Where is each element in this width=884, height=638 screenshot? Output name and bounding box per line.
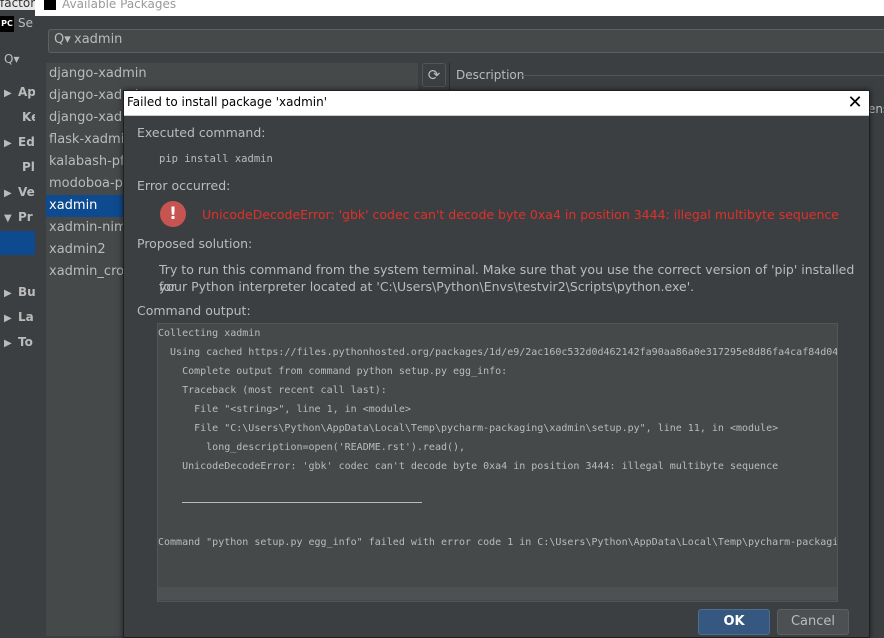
error-occurred-label: Error occurred: (137, 178, 231, 193)
settings-selected-item[interactable] (0, 231, 35, 255)
output-line: File "<string>", line 1, in <module> (158, 404, 411, 415)
settings-item-project[interactable]: ▼ Pr (0, 205, 35, 229)
settings-item-version-control[interactable]: ▶ Ve (0, 180, 35, 204)
description-label: Description (456, 68, 525, 82)
proposed-solution-label: Proposed solution: (137, 236, 253, 251)
executed-command-label: Executed command: (137, 125, 266, 140)
settings-item-editor[interactable]: ▶ Ed (0, 130, 35, 154)
command-output-textarea[interactable]: Collecting xadmin Using cached https://f… (157, 323, 838, 602)
horizontal-scrollbar[interactable] (158, 587, 837, 600)
ok-button[interactable]: OK (698, 609, 770, 635)
settings-item-languages[interactable]: ▶ La (0, 305, 35, 329)
output-line: long_description=open('README.rst').read… (158, 442, 466, 453)
expand-arrow-icon: ▶ (4, 338, 12, 349)
error-dialog: Failed to install package 'xadmin' ✕ Exe… (123, 90, 870, 638)
refresh-icon[interactable]: ⟳ (422, 63, 446, 87)
search-icon[interactable]: Q▾ (54, 32, 71, 47)
packages-window-title: Available Packages (62, 0, 177, 11)
close-icon[interactable]: ✕ (845, 92, 865, 114)
expand-arrow-icon: ▶ (4, 288, 12, 299)
settings-item-tools[interactable]: ▶ To (0, 330, 35, 354)
expand-arrow-icon: ▶ (4, 88, 12, 99)
pycharm-window-icon (44, 0, 56, 10)
settings-item-plugins[interactable]: Pl (0, 155, 35, 179)
solution-text-line2: your Python interpreter located at 'C:\U… (159, 279, 695, 294)
settings-item-keymap[interactable]: Ke (0, 105, 35, 129)
list-item[interactable]: django-xadmin (46, 63, 418, 85)
dialog-title: Failed to install package 'xadmin' (127, 95, 328, 109)
package-search-input[interactable] (48, 29, 884, 53)
description-separator (520, 75, 884, 76)
right-edge-text: ens (868, 102, 884, 116)
output-line: Collecting xadmin (158, 328, 261, 339)
output-separator (182, 502, 422, 503)
settings-item-build[interactable]: ▶ Bu (0, 280, 35, 304)
error-icon: ! (160, 201, 186, 227)
output-line: Traceback (most recent call last): (158, 385, 387, 396)
expand-arrow-icon: ▶ (4, 188, 12, 199)
pycharm-logo-icon: PC (0, 16, 14, 32)
package-search-value[interactable]: xadmin (74, 32, 122, 47)
settings-search-icon[interactable]: Q▾ (4, 52, 19, 66)
collapse-arrow-icon: ▼ (4, 213, 12, 224)
settings-item-appearance[interactable]: ▶ Ap (0, 80, 35, 104)
cancel-button[interactable]: Cancel (777, 609, 849, 635)
settings-title-fragment: factor (0, 0, 35, 10)
output-line: Using cached https://files.pythonhosted.… (158, 347, 838, 358)
settings-search-fragment: Se (18, 16, 33, 30)
error-message: UnicodeDecodeError: 'gbk' codec can't de… (202, 207, 839, 222)
output-line: UnicodeDecodeError: 'gbk' codec can't de… (158, 461, 779, 472)
command-output-label: Command output: (137, 303, 251, 318)
output-line: Command "python setup.py egg_info" faile… (158, 537, 838, 548)
output-line: Complete output from command python setu… (158, 366, 508, 377)
output-line: File "C:\Users\Python\AppData\Local\Temp… (158, 423, 779, 434)
expand-arrow-icon: ▶ (4, 313, 12, 324)
expand-arrow-icon: ▶ (4, 138, 12, 149)
executed-command-text: pip install xadmin (159, 153, 273, 165)
